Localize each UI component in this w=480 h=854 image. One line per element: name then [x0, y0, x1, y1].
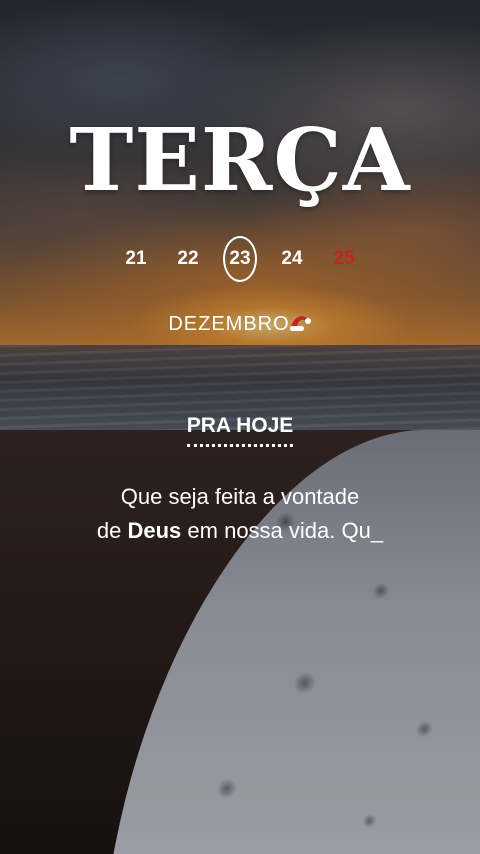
- date-22: 22: [177, 248, 199, 269]
- quote-line-1: Que seja feita a vontade: [120, 484, 360, 509]
- date-24: 24: [281, 248, 303, 269]
- quote-emphasis: Deus: [127, 518, 182, 543]
- month-label: DEZEMBRO: [0, 311, 480, 336]
- date-23-selected: 23: [223, 236, 257, 282]
- section-heading: PRA HOJE: [0, 414, 480, 447]
- daily-quote: Que seja feita a vontade de Deus em noss…: [40, 480, 440, 548]
- day-title: TERÇA: [69, 110, 411, 211]
- date-strip: 21 22 23 24 25: [0, 236, 480, 282]
- quote-line-2-suffix: em nossa vida. Qu_: [181, 518, 384, 543]
- quote-line-2-prefix: de: [96, 518, 128, 543]
- quote-line-2: de Deus em nossa vida. Qu_: [40, 514, 440, 548]
- date-25-holiday: 25: [333, 248, 355, 269]
- section-heading-text: PRA HOJE: [186, 414, 294, 447]
- month-text: DEZEMBRO: [168, 313, 290, 335]
- santa-hat-icon: [288, 311, 312, 333]
- story-content: TERÇA 21 22 23 24 25 DEZEMBRO PRA HOJE Q…: [0, 0, 480, 854]
- date-21: 21: [125, 248, 147, 269]
